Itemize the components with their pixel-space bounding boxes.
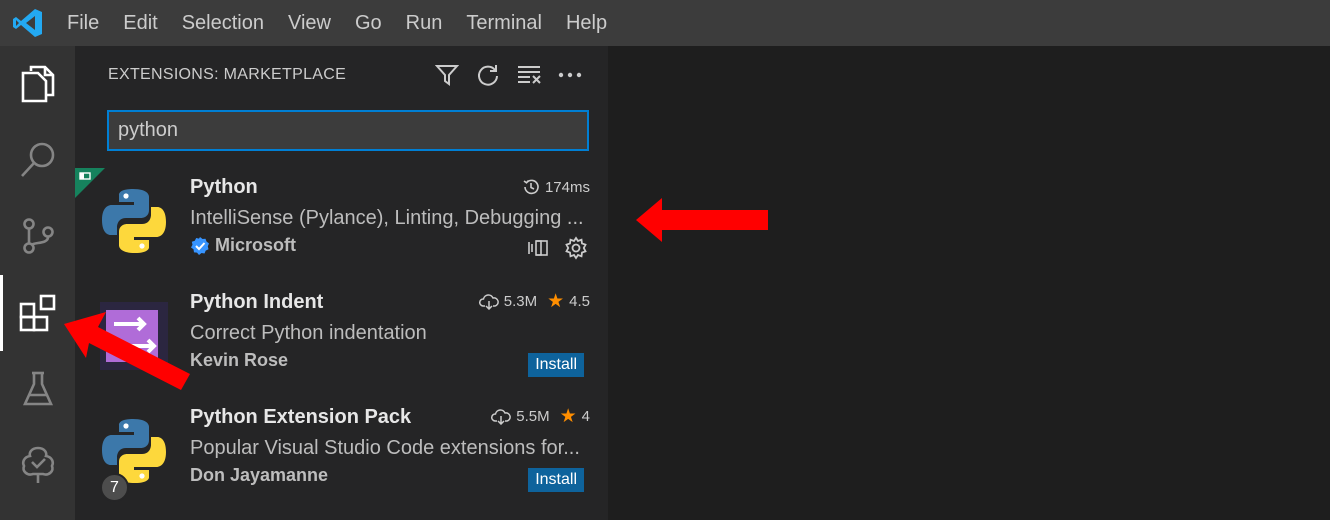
vscode-logo-icon[interactable] bbox=[12, 8, 44, 38]
publisher-name: Microsoft bbox=[215, 235, 296, 255]
publisher-name: Kevin Rose bbox=[190, 350, 289, 370]
menu-run[interactable]: Run bbox=[394, 0, 455, 46]
clear-results-button[interactable] bbox=[508, 60, 549, 90]
clear-icon bbox=[517, 66, 541, 84]
installed-badge-icon bbox=[79, 172, 91, 180]
verified-publisher-icon bbox=[191, 236, 209, 255]
activity-remote[interactable] bbox=[0, 427, 75, 503]
menu-go[interactable]: Go bbox=[343, 0, 394, 46]
extension-stats: 5.3M ★ 4.5 bbox=[478, 291, 590, 312]
cloud-download-icon bbox=[478, 293, 499, 310]
gear-icon bbox=[565, 236, 587, 260]
more-icon bbox=[558, 72, 581, 78]
menu-view[interactable]: View bbox=[276, 0, 343, 46]
annotation-arrow-python bbox=[636, 198, 768, 242]
remote-tree-icon bbox=[21, 446, 54, 483]
activation-time-value: 174ms bbox=[544, 178, 590, 196]
extension-name: Python bbox=[190, 176, 258, 198]
filter-icon bbox=[434, 65, 459, 86]
extension-search-input[interactable] bbox=[107, 110, 589, 151]
extensions-sidebar: EXTENSIONS: MARKETPLACE python Python 17… bbox=[75, 46, 608, 520]
activity-source-control[interactable] bbox=[0, 198, 75, 274]
activation-time: 174ms bbox=[522, 178, 590, 196]
source-control-icon bbox=[22, 218, 54, 254]
sync-ignored-button[interactable] bbox=[526, 238, 550, 258]
menu-items: File Edit Selection View Go Run Terminal… bbox=[55, 0, 619, 46]
sidebar-actions bbox=[426, 60, 590, 90]
star-icon: ★ bbox=[547, 291, 565, 312]
menu-bar: File Edit Selection View Go Run Terminal… bbox=[0, 0, 1330, 46]
filter-button[interactable] bbox=[426, 60, 467, 90]
extension-name: Python Extension Pack bbox=[190, 406, 412, 428]
install-button[interactable]: Install bbox=[528, 353, 584, 377]
pack-count-badge: 7 bbox=[100, 473, 129, 502]
install-button[interactable]: Install bbox=[528, 468, 584, 492]
download-count: 5.5M bbox=[516, 408, 550, 425]
testing-flask-icon bbox=[22, 371, 53, 406]
extension-stats: 5.5M ★ 4 bbox=[491, 406, 590, 427]
extension-item-python-extension-pack[interactable]: 7 Python Extension Pack 5.5M ★ 4 Popular… bbox=[75, 398, 608, 512]
rating-value: 4 bbox=[581, 408, 590, 425]
activity-explorer[interactable] bbox=[0, 46, 75, 122]
star-icon: ★ bbox=[559, 406, 577, 427]
extensions-icon bbox=[19, 294, 55, 332]
publisher-name: Don Jayamanne bbox=[190, 465, 329, 485]
extension-name: Python Indent bbox=[190, 291, 324, 313]
menu-terminal[interactable]: Terminal bbox=[454, 0, 554, 46]
extension-description: Popular Visual Studio Code extensions fo… bbox=[190, 437, 580, 459]
python-logo-icon bbox=[102, 189, 166, 253]
sync-icon bbox=[528, 240, 548, 256]
download-count: 5.3M bbox=[503, 293, 538, 310]
rating-value: 4.5 bbox=[569, 293, 590, 310]
extension-publisher: Microsoft bbox=[190, 235, 296, 256]
manage-extension-button[interactable] bbox=[564, 236, 588, 260]
more-actions-button[interactable] bbox=[549, 60, 590, 90]
cloud-download-icon bbox=[491, 408, 512, 425]
extension-tools bbox=[512, 236, 588, 260]
search-icon bbox=[20, 142, 54, 177]
sidebar-title: EXTENSIONS: MARKETPLACE bbox=[108, 66, 347, 83]
history-icon bbox=[523, 179, 539, 195]
refresh-button[interactable] bbox=[467, 60, 508, 90]
extension-description: Correct Python indentation bbox=[190, 322, 427, 344]
extension-description: IntelliSense (Pylance), Linting, Debuggi… bbox=[190, 207, 584, 229]
menu-edit[interactable]: Edit bbox=[111, 0, 169, 46]
menu-file[interactable]: File bbox=[55, 0, 111, 46]
extension-publisher: Kevin Rose bbox=[190, 350, 288, 371]
files-icon bbox=[21, 65, 54, 103]
activity-search[interactable] bbox=[0, 122, 75, 198]
menu-help[interactable]: Help bbox=[554, 0, 619, 46]
refresh-icon bbox=[477, 65, 498, 86]
extension-item-python[interactable]: Python 174ms IntelliSense (Pylance), Lin… bbox=[75, 168, 608, 282]
activity-bar bbox=[0, 46, 75, 520]
menu-selection[interactable]: Selection bbox=[170, 0, 276, 46]
annotation-arrow-extensions bbox=[64, 312, 190, 390]
extension-publisher: Don Jayamanne bbox=[190, 465, 328, 486]
